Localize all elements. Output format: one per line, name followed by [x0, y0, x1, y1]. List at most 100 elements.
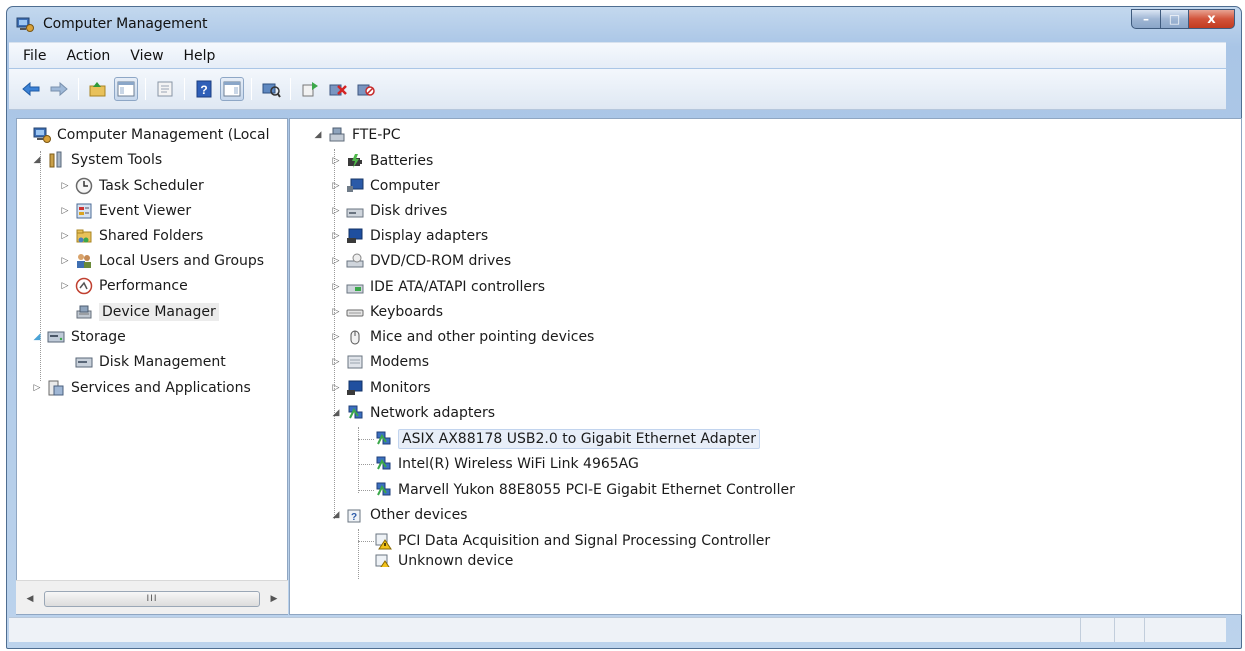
device-manager-pane[interactable]: ◢ FTE-PC ▷ Batteries ▷ Computer ▷ Disk d… [289, 118, 1242, 615]
tree-item-label: Monitors [370, 380, 431, 396]
device-manager-icon [76, 305, 92, 319]
scroll-left-arrow-icon[interactable]: ◀ [22, 591, 38, 607]
device-category-batteries[interactable]: ▷ Batteries [330, 149, 434, 173]
tree-item-label: Other devices [370, 507, 468, 523]
tree-item-label: Mice and other pointing devices [370, 329, 595, 345]
device-category-monitors[interactable]: ▷ Monitors [330, 376, 431, 400]
console-tree-pane[interactable]: Computer Management (Local ◢ System Tool… [16, 118, 288, 615]
show-hide-action-pane-button[interactable] [220, 77, 244, 101]
computer-management-icon [33, 127, 51, 143]
menu-bar: File Action View Help [9, 42, 1226, 68]
tree-item-device-manager[interactable]: Device Manager [75, 300, 219, 324]
menu-file[interactable]: File [13, 48, 56, 64]
expand-arrow-icon[interactable]: ▷ [330, 356, 342, 368]
expand-arrow-icon[interactable]: ▷ [330, 230, 342, 242]
tree-item-shared-folders[interactable]: ▷ Shared Folders [59, 224, 204, 248]
tree-item-disk-management[interactable]: Disk Management [75, 350, 226, 374]
back-button[interactable] [19, 77, 43, 101]
svg-text:?: ? [200, 83, 207, 97]
close-button[interactable]: x [1189, 9, 1235, 29]
show-hide-console-tree-button[interactable] [114, 77, 138, 101]
toolbar-separator [251, 78, 252, 100]
tree-item-storage[interactable]: ◢ Storage [31, 325, 126, 349]
tree-item-computer-management[interactable]: Computer Management (Local [33, 123, 269, 147]
expand-arrow-icon[interactable]: ▷ [59, 180, 71, 192]
horizontal-scrollbar[interactable]: ◀ III ▶ [16, 580, 288, 614]
device-category-computer[interactable]: ▷ Computer [330, 174, 440, 198]
device-category-disk-drives[interactable]: ▷ Disk drives [330, 199, 448, 223]
tree-item-local-users-groups[interactable]: ▷ Local Users and Groups [59, 249, 265, 273]
expand-arrow-icon[interactable]: ▷ [330, 281, 342, 293]
expand-arrow-icon[interactable]: ▷ [330, 382, 342, 394]
expand-arrow-icon[interactable]: ▷ [330, 306, 342, 318]
device-category-keyboards[interactable]: ▷ Keyboards [330, 300, 444, 324]
scan-hardware-icon [262, 83, 281, 98]
close-icon: x [1207, 11, 1216, 27]
svg-text:?: ? [351, 512, 357, 523]
device-category-display-adapters[interactable]: ▷ Display adapters [330, 224, 489, 248]
network-device-asix[interactable]: ASIX AX88178 USB2.0 to Gigabit Ethernet … [374, 427, 760, 451]
collapse-arrow-icon[interactable]: ◢ [31, 331, 43, 343]
disk-drive-icon [346, 208, 364, 218]
network-adapter-icon [376, 456, 391, 470]
device-category-modems[interactable]: ▷ Modems [330, 350, 430, 374]
device-category-mice[interactable]: ▷ Mice and other pointing devices [330, 325, 595, 349]
forward-icon [50, 81, 68, 97]
minimize-button[interactable]: – [1131, 9, 1161, 29]
network-adapter-icon [376, 431, 391, 445]
status-bar-section [1081, 618, 1115, 642]
collapse-arrow-icon[interactable]: ◢ [330, 407, 342, 419]
scan-hardware-button[interactable] [259, 77, 283, 101]
disable-device-button[interactable] [354, 77, 378, 101]
network-device-intel-wifi[interactable]: Intel(R) Wireless WiFi Link 4965AG [374, 452, 639, 476]
scrollbar-thumb[interactable]: III [44, 591, 260, 607]
menu-help[interactable]: Help [174, 48, 226, 64]
tree-item-label: Shared Folders [99, 228, 204, 244]
device-category-dvd-cdrom[interactable]: ▷ DVD/CD-ROM drives [330, 249, 512, 273]
other-device-pci-data-acquisition[interactable]: PCI Data Acquisition and Signal Processi… [374, 529, 770, 553]
expand-arrow-icon[interactable]: ▷ [31, 382, 43, 394]
expand-arrow-icon[interactable]: ▷ [330, 255, 342, 267]
menu-action[interactable]: Action [56, 48, 120, 64]
device-category-ide-ata[interactable]: ▷ IDE ATA/ATAPI controllers [330, 275, 546, 299]
modem-icon [347, 355, 363, 369]
device-tree-root[interactable]: ◢ FTE-PC [312, 123, 401, 147]
device-category-network-adapters[interactable]: ◢ Network adapters [330, 401, 495, 425]
other-device-unknown[interactable]: Unknown device [374, 553, 513, 567]
expand-arrow-icon[interactable]: ▷ [59, 205, 71, 217]
tree-item-performance[interactable]: ▷ Performance [59, 274, 188, 298]
tree-item-label: DVD/CD-ROM drives [370, 253, 512, 269]
device-category-other-devices[interactable]: ◢ ? Other devices [330, 503, 468, 527]
collapse-arrow-icon[interactable]: ◢ [330, 509, 342, 521]
network-device-marvell[interactable]: Marvell Yukon 88E8055 PCI-E Gigabit Ethe… [374, 478, 795, 502]
uninstall-device-button[interactable] [326, 77, 350, 101]
expand-arrow-icon[interactable]: ▷ [59, 255, 71, 267]
help-button[interactable]: ? [192, 77, 216, 101]
expand-arrow-icon[interactable]: ▷ [330, 331, 342, 343]
help-icon: ? [196, 80, 212, 98]
expand-arrow-icon[interactable]: ▷ [59, 280, 71, 292]
expand-arrow-icon[interactable]: ▷ [330, 205, 342, 217]
maximize-button[interactable]: □ [1161, 9, 1189, 29]
collapse-arrow-icon[interactable]: ◢ [31, 154, 43, 166]
update-driver-button[interactable] [298, 77, 322, 101]
tree-item-services-applications[interactable]: ▷ Services and Applications [31, 376, 251, 400]
expand-arrow-icon[interactable]: ▷ [330, 180, 342, 192]
tree-item-event-viewer[interactable]: ▷ Event Viewer [59, 199, 192, 223]
back-icon [22, 81, 40, 97]
dvd-drive-icon [346, 253, 364, 268]
properties-button[interactable] [153, 77, 177, 101]
mouse-icon [350, 330, 360, 345]
title-bar[interactable]: Computer Management – □ x [7, 7, 1241, 43]
forward-button[interactable] [47, 77, 71, 101]
uninstall-device-icon [329, 84, 347, 96]
up-folder-button[interactable] [86, 77, 110, 101]
menu-view[interactable]: View [120, 48, 173, 64]
collapse-arrow-icon[interactable]: ◢ [312, 129, 324, 141]
tree-item-system-tools[interactable]: ◢ System Tools [31, 148, 162, 172]
scroll-right-arrow-icon[interactable]: ▶ [266, 591, 282, 607]
tree-item-task-scheduler[interactable]: ▷ Task Scheduler [59, 174, 204, 198]
toolbar-separator [290, 78, 291, 100]
expand-arrow-icon[interactable]: ▷ [330, 155, 342, 167]
expand-arrow-icon[interactable]: ▷ [59, 230, 71, 242]
